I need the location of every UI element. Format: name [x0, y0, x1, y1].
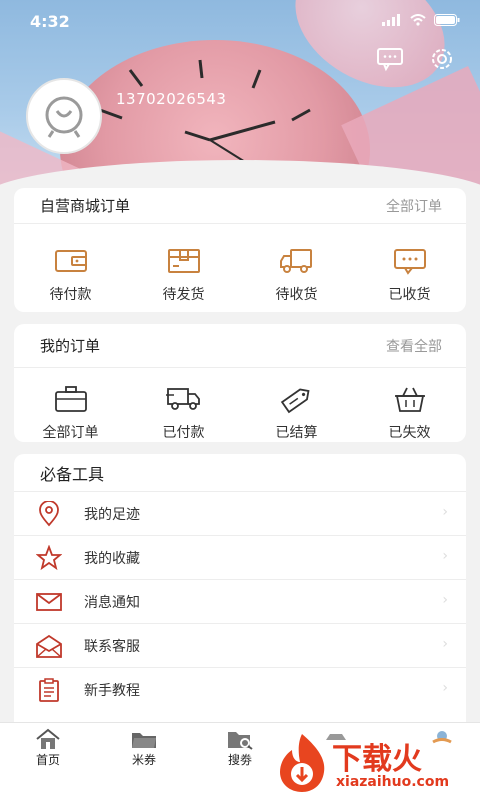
watermark-logo: 下载火 xiazaihuo.com	[272, 732, 472, 796]
clipboard-icon	[34, 676, 64, 704]
tool-label: 我的收藏	[84, 550, 140, 567]
my-order-settled[interactable]: 已结算	[240, 382, 353, 442]
tab-label: 搜劵	[227, 753, 252, 767]
star-icon	[34, 544, 64, 572]
chevron-right-icon: ›	[442, 548, 448, 564]
chevron-right-icon: ›	[442, 504, 448, 520]
tab-label: 米券	[131, 753, 156, 767]
tag-icon	[277, 382, 317, 416]
location-pin-icon	[34, 500, 64, 528]
order-label: 全部订单	[42, 425, 99, 441]
tool-label: 我的足迹	[84, 506, 140, 523]
order-received[interactable]: 已收货	[353, 244, 466, 304]
tab-search-coupon[interactable]: 搜劵	[210, 727, 270, 768]
alarm-clock-avatar-icon	[45, 96, 83, 138]
mall-orders-card: 自营商城订单 全部订单 待付款 待发货 待收货 已收货	[14, 188, 466, 312]
wallet-icon	[51, 244, 91, 278]
tools-card: 必备工具 我的足迹 › 我的收藏 › 消息通知 › 联系客服 › 新手教程 ›	[14, 454, 466, 722]
mall-orders-all-link[interactable]: 全部订单	[386, 196, 442, 216]
order-pending-payment[interactable]: 待付款	[14, 244, 127, 304]
my-orders-card: 我的订单 查看全部 全部订单 已付款 已结算 已失效	[14, 324, 466, 442]
avatar[interactable]	[26, 78, 102, 154]
truck-icon	[277, 244, 317, 278]
tab-label: 首页	[35, 753, 60, 767]
tool-label: 联系客服	[84, 638, 140, 655]
tools-title: 必备工具	[14, 454, 466, 492]
mall-orders-header: 自营商城订单 全部订单	[14, 188, 466, 224]
message-icon[interactable]	[376, 46, 404, 72]
tool-label: 消息通知	[84, 594, 140, 611]
status-bar: 4:32	[0, 10, 480, 34]
chevron-right-icon: ›	[442, 636, 448, 652]
order-label: 待收货	[275, 287, 318, 303]
mall-orders-title: 自营商城订单	[40, 197, 131, 215]
battery-icon	[434, 14, 460, 26]
tool-label: 新手教程	[84, 683, 140, 699]
briefcase-icon	[51, 382, 91, 416]
order-label: 已付款	[162, 425, 205, 441]
chevron-right-icon: ›	[442, 592, 448, 608]
basket-icon	[390, 382, 430, 416]
order-label: 待发货	[162, 287, 205, 303]
watermark-brand: 下载火	[332, 742, 422, 777]
settings-gear-icon[interactable]	[428, 46, 456, 72]
order-pending-receipt[interactable]: 待收货	[240, 244, 353, 304]
my-orders-header: 我的订单 查看全部	[14, 324, 466, 368]
tab-home[interactable]: 首页	[18, 727, 78, 768]
my-orders-all-link[interactable]: 查看全部	[386, 336, 442, 356]
user-phone: 13702026543	[116, 90, 227, 108]
open-envelope-icon	[34, 632, 64, 660]
order-pending-shipment[interactable]: 待发货	[127, 244, 240, 304]
order-label: 待付款	[49, 287, 92, 303]
flame-logo-icon	[280, 734, 325, 792]
tool-tutorial[interactable]: 新手教程 ›	[14, 668, 466, 712]
wifi-icon	[410, 14, 426, 26]
order-label: 已结算	[275, 425, 318, 441]
watermark-site: xiazaihuo.com	[336, 774, 450, 790]
order-label: 已失效	[388, 425, 431, 441]
package-icon	[164, 244, 204, 278]
delivery-truck-icon	[164, 382, 204, 416]
signal-icon	[382, 14, 400, 26]
status-time: 4:32	[30, 12, 70, 31]
tool-footprint[interactable]: 我的足迹 ›	[14, 492, 466, 536]
envelope-icon	[34, 588, 64, 616]
my-order-expired[interactable]: 已失效	[353, 382, 466, 442]
order-label: 已收货	[388, 287, 431, 303]
tab-coupon[interactable]: 米券	[114, 727, 174, 768]
folder-icon	[129, 727, 159, 751]
my-orders-title: 我的订单	[40, 337, 101, 355]
tool-customer-service[interactable]: 联系客服 ›	[14, 624, 466, 668]
tool-notifications[interactable]: 消息通知 ›	[14, 580, 466, 624]
home-icon	[33, 727, 63, 751]
chevron-right-icon: ›	[442, 680, 448, 696]
message-check-icon	[390, 244, 430, 278]
tool-favorites[interactable]: 我的收藏 ›	[14, 536, 466, 580]
search-folder-icon	[225, 727, 255, 751]
my-order-paid[interactable]: 已付款	[127, 382, 240, 442]
my-order-all[interactable]: 全部订单	[14, 382, 127, 442]
